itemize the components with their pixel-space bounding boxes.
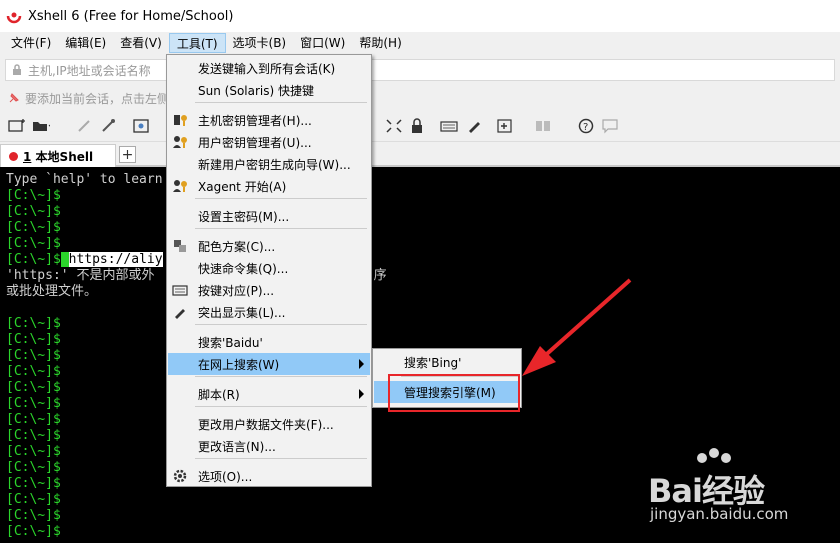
baidu-watermark: Bai经验 jingyan.baidu.com [640, 448, 830, 538]
watermark-url: jingyan.baidu.com [650, 505, 789, 523]
